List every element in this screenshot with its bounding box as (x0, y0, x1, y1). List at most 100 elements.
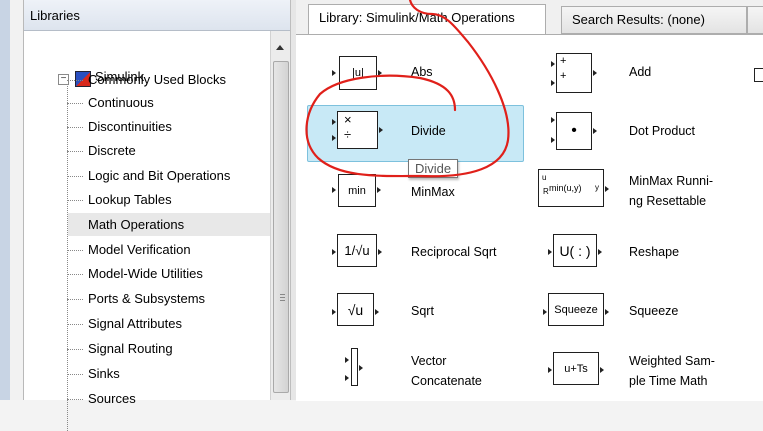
vector-concatenate-block-icon[interactable] (351, 348, 358, 386)
tree-item-logic-and-bit-operations[interactable]: Logic and Bit Operations (84, 164, 234, 187)
tab-library[interactable]: Library: Simulink/Math Operations (308, 4, 546, 35)
scrollbar-thumb[interactable] (273, 61, 289, 393)
output-port-icon (375, 309, 379, 315)
tree-item-signal-routing[interactable]: Signal Routing (84, 337, 177, 360)
port-label-r: R (543, 187, 549, 196)
tree-connector (67, 103, 83, 104)
tree-connector (67, 324, 83, 325)
tree-connector (67, 151, 83, 152)
block-name-add: Add (629, 65, 652, 79)
reshape-block-icon[interactable]: U( : ) (553, 234, 597, 267)
tree-item-discrete[interactable]: Discrete (84, 139, 140, 162)
tree-connector (67, 250, 83, 251)
output-port-icon (378, 249, 382, 255)
tree-item-ports-and-subsystems[interactable]: Ports & Subsystems (84, 287, 209, 310)
block-name-minmax-running-line2: ng Resettable (629, 194, 707, 208)
add-plus-bottom: + (560, 70, 567, 82)
block-name-reshape: Reshape (629, 245, 680, 259)
tree-item-sinks[interactable]: Sinks (84, 362, 124, 385)
block-name-abs: Abs (411, 65, 433, 79)
libraries-header-label: Libraries (30, 8, 80, 23)
tree-item-discontinuities[interactable]: Discontinuities (84, 115, 176, 138)
output-port-icon (359, 365, 363, 371)
tab-bar: Library: Simulink/Math Operations Search… (296, 0, 763, 35)
tree-connector (67, 374, 83, 375)
divide-block-icon[interactable]: × ÷ (337, 111, 378, 149)
block-name-sqrt: Sqrt (411, 304, 434, 318)
block-tooltip: Divide (408, 159, 459, 178)
divide-sign-icon: ÷ (344, 127, 352, 142)
input-port-icon (345, 375, 349, 381)
tree-connector (67, 274, 83, 275)
output-port-icon (593, 70, 597, 76)
dot-product-block-icon[interactable]: • (556, 112, 592, 150)
input-port-icon (332, 187, 336, 193)
output-port-icon (379, 127, 383, 133)
output-port-icon (598, 249, 602, 255)
block-name-weighted-sample-line2: ple Time Math (629, 374, 708, 388)
input-port-icon (551, 137, 555, 143)
input-port-icon (332, 309, 336, 315)
minmax-running-glyph: min(u,y) (549, 183, 582, 193)
grip-line (280, 300, 285, 301)
tree-connector (67, 299, 83, 300)
tree-item-signal-attributes[interactable]: Signal Attributes (84, 312, 186, 335)
tree-connector (67, 80, 83, 81)
input-port-icon (551, 61, 555, 67)
minmax-running-block-icon[interactable]: u R min(u,y) y (538, 169, 604, 207)
output-port-icon (600, 367, 604, 373)
grip-line (280, 294, 285, 295)
reciprocal-sqrt-block-icon[interactable]: 1/√u (337, 234, 377, 267)
window-gutter (10, 0, 24, 400)
input-port-icon (332, 119, 336, 125)
scroll-up-icon[interactable] (276, 45, 284, 50)
input-port-icon (332, 70, 336, 76)
tree-item-model-wide-utilities[interactable]: Model-Wide Utilities (84, 262, 207, 285)
tree-scrollbar[interactable] (270, 31, 290, 400)
block-library-view: |u| Abs + + Add × ÷ Divide • Dot Product (296, 34, 763, 401)
block-name-divide: Divide (411, 124, 446, 138)
tab-overflow[interactable] (747, 6, 763, 34)
tree-item-math-operations[interactable]: Math Operations (68, 213, 270, 236)
block-name-reciprocal-sqrt: Reciprocal Sqrt (411, 245, 497, 259)
output-port-icon (605, 186, 609, 192)
partial-block-icon[interactable] (754, 68, 763, 82)
block-name-squeeze: Squeeze (629, 304, 679, 318)
add-plus-top: + (560, 55, 567, 67)
tree-connector (67, 176, 83, 177)
multiply-icon: × (344, 112, 352, 127)
sqrt-block-icon[interactable]: √u (337, 293, 374, 326)
block-name-vector-concatenate-line1: Vector (411, 354, 447, 368)
block-name-minmax-running-line1: MinMax Runni- (629, 174, 714, 188)
tree-item-model-verification[interactable]: Model Verification (84, 238, 195, 261)
tree-connector (67, 200, 83, 201)
tree-item-lookup-tables[interactable]: Lookup Tables (84, 188, 176, 211)
input-port-icon (345, 357, 349, 363)
output-port-icon (593, 128, 597, 134)
output-port-icon (605, 309, 609, 315)
port-label-y: y (595, 183, 599, 192)
grip-line (280, 297, 285, 298)
block-name-vector-concatenate-line2: Concatenate (411, 374, 482, 388)
minmax-block-icon[interactable]: min (338, 174, 376, 207)
library-tree: − Simulink Commonly Used Blocks Continuo… (24, 31, 271, 431)
tree-item-commonly-used-blocks[interactable]: Commonly Used Blocks (84, 68, 230, 91)
input-port-icon (548, 249, 552, 255)
block-name-dot-product: Dot Product (629, 124, 696, 138)
abs-block-icon[interactable]: |u| (339, 56, 377, 90)
tree-guide-line (67, 86, 68, 431)
weighted-sample-time-block-icon[interactable]: u+Ts (553, 352, 599, 385)
output-port-icon (378, 70, 382, 76)
input-port-icon (543, 309, 547, 315)
block-name-minmax: MinMax (411, 185, 455, 199)
squeeze-block-icon[interactable]: Squeeze (548, 293, 604, 326)
input-port-icon (332, 135, 336, 141)
block-name-weighted-sample-line1: Weighted Sam- (629, 354, 715, 368)
input-port-icon (551, 117, 555, 123)
tree-item-continuous[interactable]: Continuous (84, 91, 158, 114)
input-port-icon (548, 367, 552, 373)
add-block-icon[interactable]: + + (556, 53, 592, 93)
tab-search-results[interactable]: Search Results: (none) (561, 6, 747, 34)
tree-connector (67, 127, 83, 128)
tree-item-sources[interactable]: Sources (84, 387, 140, 410)
